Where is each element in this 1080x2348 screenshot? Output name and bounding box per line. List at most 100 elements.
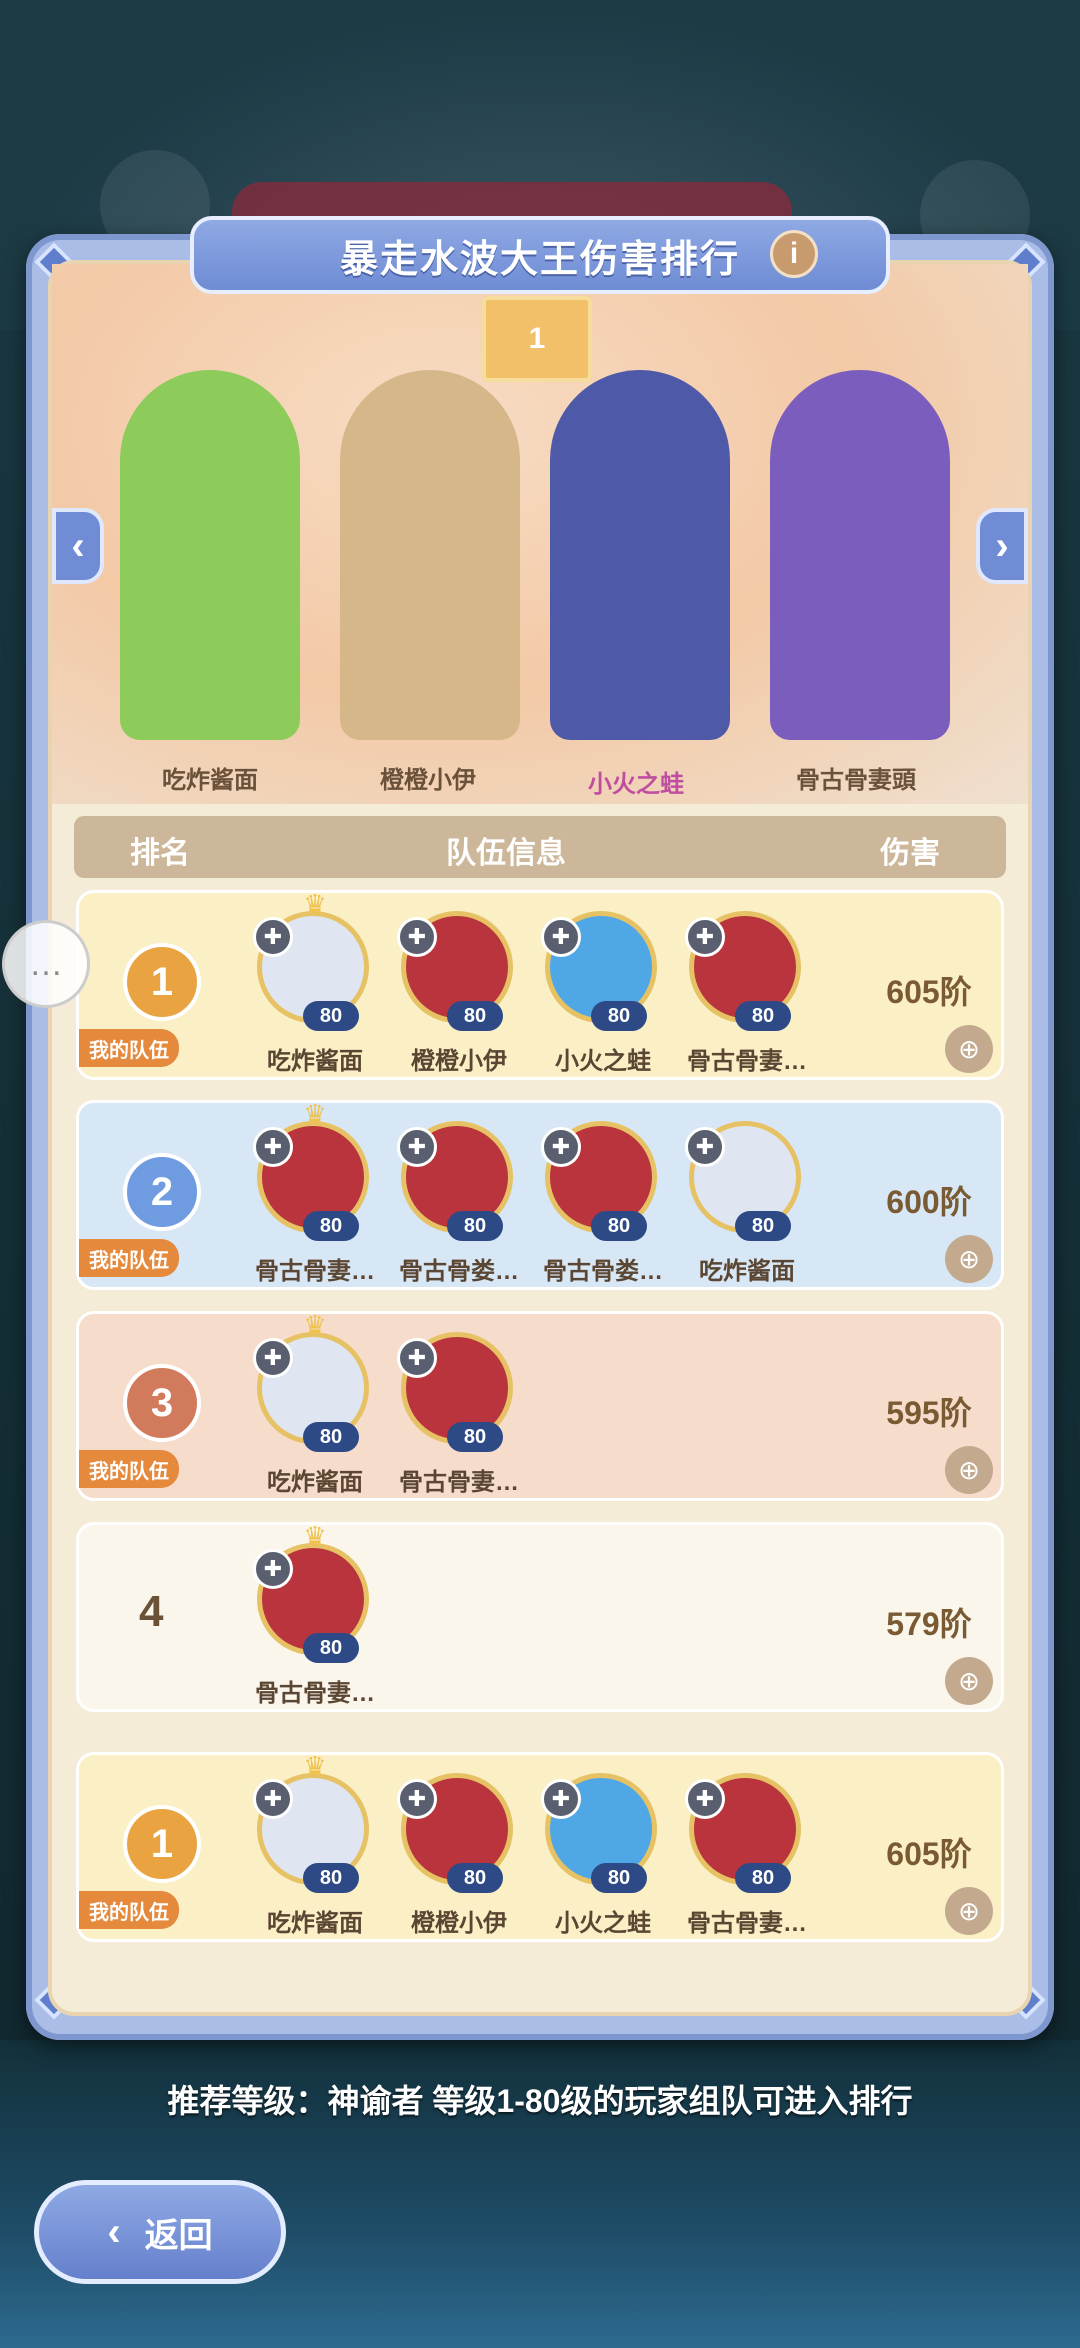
class-icon: ✚	[397, 917, 437, 957]
team-member[interactable]: ♛ ✚ 80 骨古骨妻…	[245, 1101, 385, 1285]
my-team-tag: 我的队伍	[79, 1450, 179, 1488]
member-level: 80	[591, 1211, 647, 1241]
header-team: 队伍信息	[446, 837, 566, 870]
member-name: 骨古骨妻…	[687, 1048, 807, 1075]
leader-crown-icon: ♛	[303, 1521, 327, 1551]
member-name: 小火之蛙	[555, 1910, 651, 1937]
member-level: 80	[303, 1422, 359, 1452]
member-name: 吃炸酱面	[267, 1048, 363, 1075]
damage-value: 605阶	[886, 1836, 972, 1872]
zoom-icon[interactable]: ⊕	[945, 1235, 993, 1283]
member-level: 80	[303, 1633, 359, 1663]
rank-medal: 3	[123, 1364, 201, 1442]
member-level: 80	[447, 1422, 503, 1452]
leader-crown-icon: ♛	[303, 1099, 327, 1129]
table-row[interactable]: 3 我的队伍 ♛ ✚ 80 吃炸酱面 ✚ 80 骨古骨妻… 595阶 ⊕	[76, 1311, 1004, 1501]
member-name: 小火之蛙	[555, 1048, 651, 1075]
rank-medal: 1	[123, 943, 201, 1021]
character-figure	[340, 370, 520, 740]
member-level: 80	[303, 1001, 359, 1031]
character-figure	[120, 370, 300, 740]
team-member[interactable]: ✚ 80 橙橙小伊	[389, 1773, 529, 1937]
character-name: 骨古骨妻頭	[796, 767, 916, 794]
table-row[interactable]: 1 我的队伍 ♛ ✚ 80 吃炸酱面 ✚ 80 橙橙小伊 ✚ 80 小火之蛙 ✚ 80 骨古骨妻… 605阶 ⊕	[76, 890, 1004, 1080]
table-header: 排名 队伍信息 伤害	[74, 816, 1006, 878]
member-name: 骨古骨娄…	[543, 1258, 663, 1285]
chat-button[interactable]: …	[2, 920, 90, 1008]
member-level: 80	[303, 1211, 359, 1241]
zoom-icon[interactable]: ⊕	[945, 1657, 993, 1705]
team-member[interactable]: ♛ ✚ 80 吃炸酱面	[245, 1753, 385, 1937]
team-member[interactable]: ✚ 80 骨古骨妻…	[677, 1773, 817, 1937]
character-figure	[770, 370, 950, 740]
my-team-tag: 我的队伍	[79, 1891, 179, 1929]
member-name: 骨古骨娄…	[399, 1258, 519, 1285]
member-name: 骨古骨妻…	[255, 1258, 375, 1285]
leader-crown-icon: ♛	[303, 889, 327, 919]
class-icon: ✚	[253, 1779, 293, 1819]
page-title: 暴走水波大王伤害排行	[339, 238, 740, 281]
next-arrow-button[interactable]: ›	[976, 508, 1028, 584]
member-level: 80	[591, 1863, 647, 1893]
member-name: 骨古骨妻…	[687, 1910, 807, 1937]
team-member[interactable]: ♛ ✚ 80 吃炸酱面	[245, 1312, 385, 1496]
team-member[interactable]: ✚ 80 小火之蛙	[533, 911, 673, 1075]
member-name: 橙橙小伊	[411, 1048, 507, 1075]
team-member[interactable]: ♛ ✚ 80 吃炸酱面	[245, 891, 385, 1075]
class-icon: ✚	[541, 917, 581, 957]
class-icon: ✚	[253, 1549, 293, 1589]
member-name: 骨古骨妻…	[399, 1469, 519, 1496]
team-member[interactable]: ✚ 80 骨古骨妻…	[389, 1332, 529, 1496]
rank-medal: 2	[123, 1153, 201, 1231]
back-label: 返回	[144, 2216, 213, 2255]
class-icon: ✚	[397, 1127, 437, 1167]
class-icon: ✚	[685, 917, 725, 957]
character-figure	[550, 370, 730, 740]
zoom-icon[interactable]: ⊕	[945, 1887, 993, 1935]
table-row[interactable]: 4 ♛ ✚ 80 骨古骨妻… 579阶 ⊕	[76, 1522, 1004, 1712]
team-member[interactable]: ✚ 80 骨古骨妻…	[677, 911, 817, 1075]
team-member[interactable]: ✚ 80 小火之蛙	[533, 1773, 673, 1937]
table-row[interactable]: 2 我的队伍 ♛ ✚ 80 骨古骨妻… ✚ 80 骨古骨娄… ✚ 80 骨古骨娄… ✚ 80 吃炸酱面 600…	[76, 1100, 1004, 1290]
team-member[interactable]: ✚ 80 骨古骨娄…	[533, 1121, 673, 1285]
zoom-icon[interactable]: ⊕	[945, 1446, 993, 1494]
leader-crown-icon: ♛	[303, 1751, 327, 1781]
member-level: 80	[447, 1001, 503, 1031]
team-member[interactable]: ✚ 80 吃炸酱面	[677, 1121, 817, 1285]
damage-value: 595阶	[886, 1395, 972, 1431]
member-level: 80	[447, 1211, 503, 1241]
my-team-tag: 我的队伍	[79, 1239, 179, 1277]
member-name: 吃炸酱面	[267, 1469, 363, 1496]
member-level: 80	[735, 1211, 791, 1241]
zoom-icon[interactable]: ⊕	[945, 1025, 993, 1073]
table-row[interactable]: 1 我的队伍 ♛ ✚ 80 吃炸酱面 ✚ 80 橙橙小伊 ✚ 80 小火之蛙 ✚ 80 骨古骨妻… 605阶 ⊕	[76, 1752, 1004, 1942]
member-name: 骨古骨妻…	[255, 1680, 375, 1707]
member-name: 橙橙小伊	[411, 1910, 507, 1937]
class-icon: ✚	[685, 1779, 725, 1819]
team-member[interactable]: ✚ 80 橙橙小伊	[389, 911, 529, 1075]
damage-value: 600阶	[886, 1184, 972, 1220]
member-level: 80	[735, 1001, 791, 1031]
character-name: 小火之蛙	[588, 771, 684, 798]
member-level: 80	[591, 1001, 647, 1031]
recommend-text: 推荐等级：神谕者 等级1-80级的玩家组队可进入排行	[167, 2083, 913, 2119]
damage-value: 579阶	[886, 1606, 972, 1642]
class-icon: ✚	[253, 1127, 293, 1167]
team-member[interactable]: ✚ 80 骨古骨娄…	[389, 1121, 529, 1285]
member-name: 吃炸酱面	[267, 1910, 363, 1937]
class-icon: ✚	[397, 1338, 437, 1378]
back-button[interactable]: ‹ 返回	[34, 2180, 286, 2284]
header-damage: 伤害	[880, 837, 940, 870]
team-member[interactable]: ♛ ✚ 80 骨古骨妻…	[245, 1523, 385, 1707]
class-icon: ✚	[253, 917, 293, 957]
info-button[interactable]: i	[770, 230, 818, 278]
my-team-tag: 我的队伍	[79, 1029, 179, 1067]
rank-medal: 1	[123, 1805, 201, 1883]
member-name: 吃炸酱面	[699, 1258, 795, 1285]
back-arrow-icon: ‹	[107, 2209, 121, 2254]
top-rank-medal: 1	[482, 296, 592, 382]
damage-value: 605阶	[886, 974, 972, 1010]
previous-arrow-button[interactable]: ‹	[52, 508, 104, 584]
character-name: 吃炸酱面	[162, 767, 258, 794]
class-icon: ✚	[541, 1779, 581, 1819]
